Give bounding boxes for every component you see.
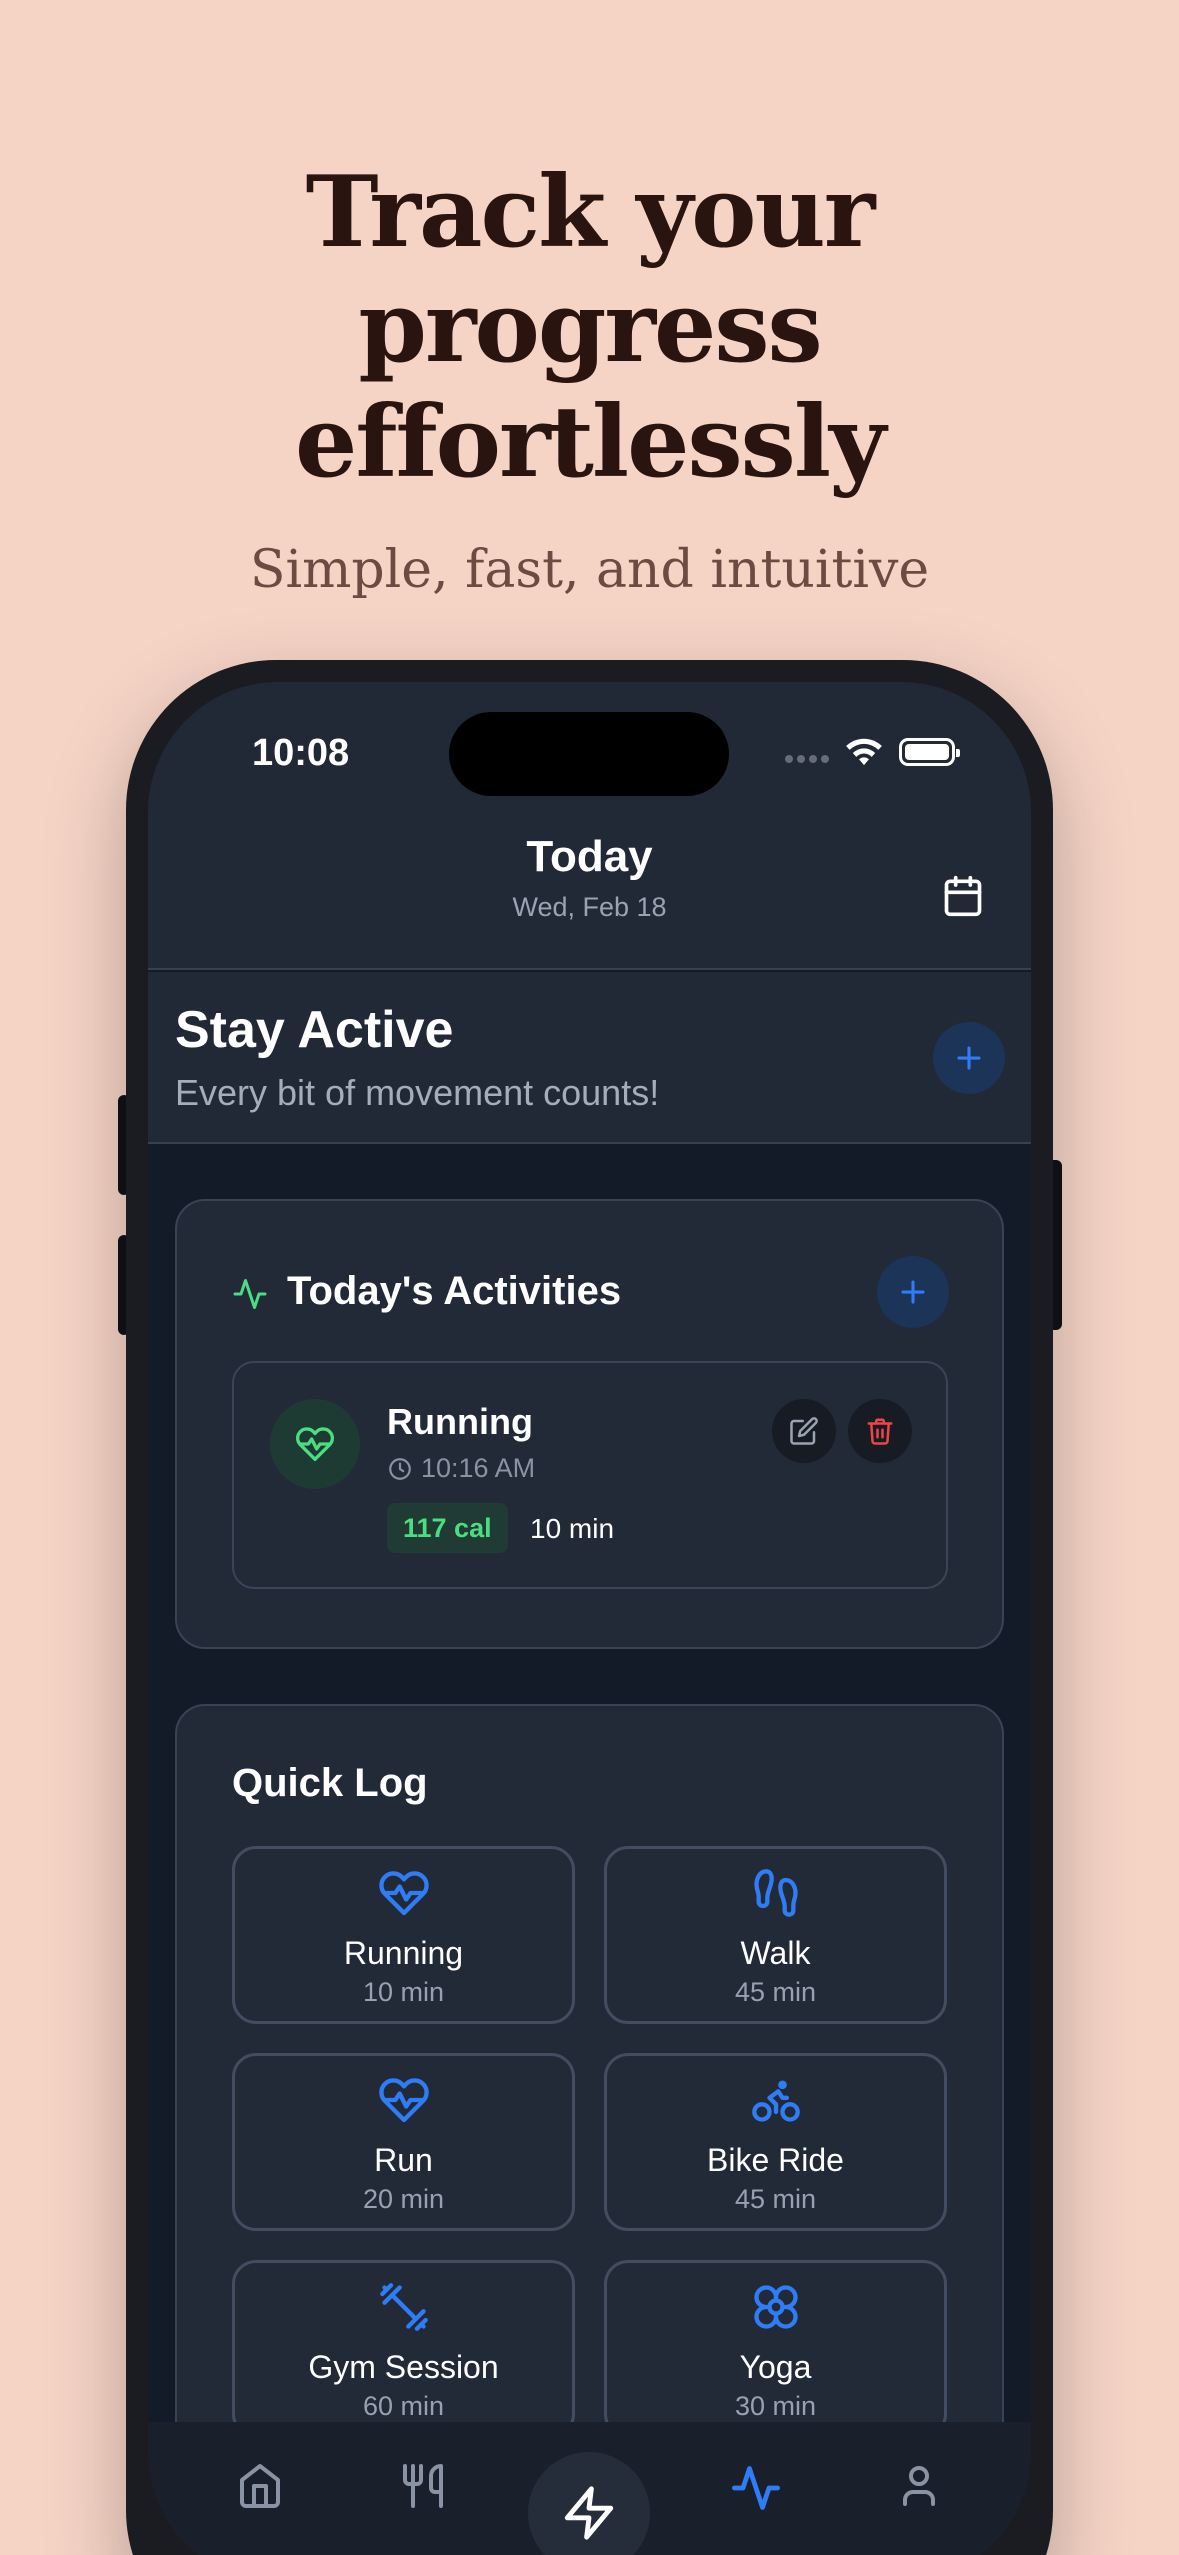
quick-log-duration: 10 min <box>362 1977 445 2007</box>
page-title: Today <box>526 832 653 881</box>
plus-icon <box>901 1280 925 1304</box>
quick-log-title: Quick Log <box>232 1761 428 1805</box>
add-activity-button[interactable] <box>877 1256 949 1328</box>
hero-title-line-2: progress <box>358 270 822 385</box>
quick-log-duration: 30 min <box>734 2391 817 2421</box>
quick-log-duration: 45 min <box>734 2184 817 2214</box>
home-icon <box>240 2464 280 2508</box>
trash-icon <box>867 1418 893 1445</box>
delete-button[interactable] <box>848 1399 912 1463</box>
user-icon <box>903 2466 935 2506</box>
add-button[interactable] <box>933 1022 1005 1094</box>
tab-home[interactable] <box>230 2462 290 2522</box>
phone-screen: 10:08 Today Wed, Feb 18 Stay Active Ever… <box>148 682 1031 2555</box>
activity-icon <box>233 1279 267 1309</box>
zap-icon <box>564 2486 614 2540</box>
heart-pulse-icon <box>270 1399 360 1489</box>
quick-log-duration: 45 min <box>734 1977 817 2007</box>
activities-title: Today's Activities <box>287 1269 622 1313</box>
hero-title-line-1: Track your <box>305 155 876 270</box>
heart-pulse-icon <box>378 1871 429 1916</box>
quick-action-button[interactable] <box>528 2452 650 2555</box>
edit-icon <box>790 1417 818 1445</box>
utensils-icon <box>403 2464 443 2508</box>
signal-icon <box>785 750 833 768</box>
wifi-icon <box>846 738 882 766</box>
status-bar: 10:08 <box>148 682 1031 812</box>
hero-subtitle: Simple, fast, and intuitive <box>249 540 930 600</box>
activity-time: 10:16 AM <box>387 1453 535 1484</box>
calendar-icon[interactable] <box>941 874 985 918</box>
quick-log-item[interactable]: Yoga 30 min <box>604 2260 947 2438</box>
page-date: Wed, Feb 18 <box>512 892 667 922</box>
clock-icon <box>389 1457 411 1480</box>
footprints-icon <box>753 1869 798 1917</box>
dumbbell-icon <box>379 2283 428 2331</box>
tab-profile[interactable] <box>889 2462 949 2522</box>
heart-pulse-icon <box>378 2078 429 2123</box>
tab-meals[interactable] <box>393 2462 453 2522</box>
dynamic-island <box>449 712 729 796</box>
motivation-banner: Stay Active Every bit of movement counts… <box>148 972 1031 1144</box>
activity-name: Running <box>387 1401 533 1442</box>
flower-icon <box>753 2285 798 2329</box>
quick-log-duration: 20 min <box>362 2184 445 2214</box>
quick-log-name: Walk <box>740 1935 811 1971</box>
activity-icon <box>731 2466 781 2510</box>
quick-log-item[interactable]: Run 20 min <box>232 2053 575 2231</box>
quick-log-name: Running <box>343 1935 464 1971</box>
tab-bar <box>148 2422 1031 2555</box>
quick-log-name: Gym Session <box>308 2349 499 2385</box>
quick-log-item[interactable]: Walk 45 min <box>604 1846 947 2024</box>
hero-title: Track your progress effortlessly <box>0 155 1179 500</box>
quick-log-item[interactable]: Bike Ride 45 min <box>604 2053 947 2231</box>
page-header: Today Wed, Feb 18 <box>148 812 1031 970</box>
bike-icon <box>751 2080 800 2122</box>
status-time: 10:08 <box>252 732 350 774</box>
quick-log-duration: 60 min <box>362 2391 445 2421</box>
activity-time-label: 10:16 AM <box>421 1453 536 1483</box>
battery-icon <box>899 738 960 766</box>
hero-title-line-3: effortlessly <box>294 385 886 500</box>
tab-activity[interactable] <box>726 2462 786 2522</box>
calories-badge: 117 cal <box>387 1503 508 1553</box>
plus-icon <box>957 1046 981 1070</box>
quick-log-item[interactable]: Gym Session 60 min <box>232 2260 575 2438</box>
edit-button[interactable] <box>772 1399 836 1463</box>
banner-subtitle: Every bit of movement counts! <box>175 1072 660 1113</box>
activities-card: Today's Activities Running 10:16 AM 117 … <box>175 1199 1004 1649</box>
quick-log-name: Yoga <box>739 2349 812 2385</box>
quick-log-name: Run <box>374 2142 433 2178</box>
activity-entry[interactable]: Running 10:16 AM 117 cal 10 min <box>232 1361 948 1589</box>
banner-title: Stay Active <box>175 1001 454 1059</box>
quick-log-item[interactable]: Running 10 min <box>232 1846 575 2024</box>
activity-duration: 10 min <box>530 1513 615 1544</box>
quick-log-name: Bike Ride <box>707 2142 844 2178</box>
